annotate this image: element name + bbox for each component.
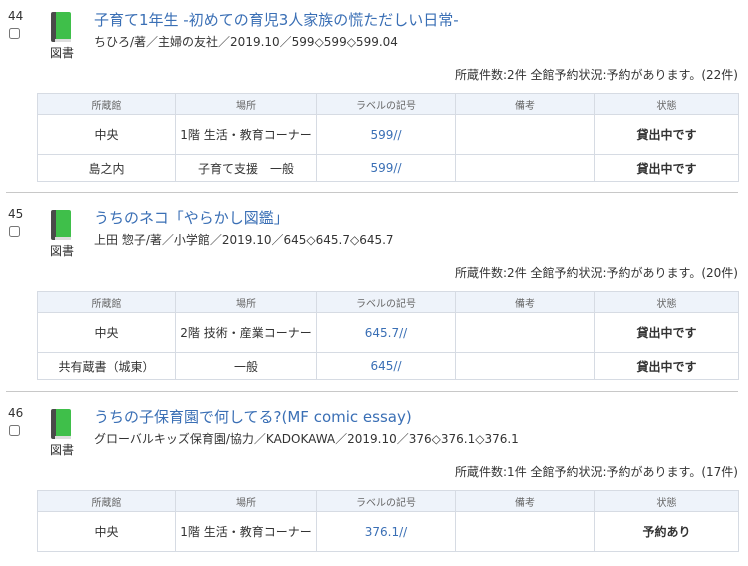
col-location: 場所: [175, 291, 317, 313]
label-cell: 599//: [316, 154, 456, 182]
holdings-table: 所蔵館 場所 ラベルの記号 備考 状態 中央 2階 技術・産業コーナー 645.…: [37, 291, 739, 380]
label-cell: 376.1//: [316, 511, 456, 552]
col-location: 場所: [175, 490, 317, 512]
title-link[interactable]: うちの子保育園で何してる?(MF comic essay): [94, 406, 412, 427]
col-note: 備考: [455, 291, 595, 313]
table-row: 中央 1階 生活・教育コーナー 376.1// 予約あり: [37, 511, 739, 552]
library-cell: 中央: [37, 312, 176, 353]
note-cell: [455, 352, 595, 380]
book-icon: [51, 12, 71, 42]
location-cell: 子育て支援 一般: [175, 154, 317, 182]
holdings-table: 所蔵館 場所 ラベルの記号 備考 状態 中央 1階 生活・教育コーナー 376.…: [37, 490, 739, 552]
type-label: 図書: [50, 244, 75, 258]
library-cell: 中央: [37, 114, 176, 155]
table-header-row: 所蔵館 場所 ラベルの記号 備考 状態: [37, 291, 739, 313]
location-cell: 1階 生活・教育コーナー: [175, 511, 317, 552]
library-cell: 中央: [37, 511, 176, 552]
note-cell: [455, 511, 595, 552]
state-cell: 貸出中です: [594, 114, 739, 155]
holding-status: 所蔵件数:2件 全館予約状況:予約があります。(20件): [455, 266, 738, 280]
location-cell: 1階 生活・教育コーナー: [175, 114, 317, 155]
label-cell: 645//: [316, 352, 456, 380]
table-row: 中央 2階 技術・産業コーナー 645.7// 貸出中です: [37, 312, 739, 353]
col-library: 所蔵館: [37, 490, 176, 512]
state-cell: 予約あり: [594, 511, 739, 552]
bib-meta: ちひろ/著／主婦の友社／2019.10／599◇599◇599.04: [94, 35, 398, 49]
col-note: 備考: [455, 93, 595, 115]
holding-status: 所蔵件数:1件 全館予約状況:予約があります。(17件): [455, 465, 738, 479]
divider: [6, 391, 738, 392]
book-icon: [51, 409, 71, 439]
col-label: ラベルの記号: [316, 93, 456, 115]
type-label: 図書: [50, 46, 75, 60]
table-header-row: 所蔵館 場所 ラベルの記号 備考 状態: [37, 490, 739, 512]
state-cell: 貸出中です: [594, 154, 739, 182]
col-location: 場所: [175, 93, 317, 115]
col-label: ラベルの記号: [316, 291, 456, 313]
book-type: 図書: [49, 12, 75, 60]
select-checkbox[interactable]: [9, 226, 20, 237]
col-state: 状態: [594, 93, 739, 115]
col-note: 備考: [455, 490, 595, 512]
label-cell: 645.7//: [316, 312, 456, 353]
note-cell: [455, 312, 595, 353]
book-icon: [51, 210, 71, 240]
state-cell: 貸出中です: [594, 312, 739, 353]
select-checkbox[interactable]: [9, 425, 20, 436]
col-library: 所蔵館: [37, 93, 176, 115]
note-cell: [455, 154, 595, 182]
state-cell: 貸出中です: [594, 352, 739, 380]
table-row: 共有蔵書（城東） 一般 645// 貸出中です: [37, 352, 739, 380]
col-state: 状態: [594, 291, 739, 313]
select-checkbox[interactable]: [9, 28, 20, 39]
result-number: 44: [8, 9, 24, 23]
location-cell: 一般: [175, 352, 317, 380]
holding-status: 所蔵件数:2件 全館予約状況:予約があります。(22件): [455, 68, 738, 82]
bib-meta: グローバルキッズ保育園/協力／KADOKAWA／2019.10／376◇376.…: [94, 432, 519, 446]
result-number: 46: [8, 406, 24, 420]
holdings-table: 所蔵館 場所 ラベルの記号 備考 状態 中央 1階 生活・教育コーナー 599/…: [37, 93, 739, 182]
title-link[interactable]: 子育て1年生 -初めての育児3人家族の慌ただしい日常-: [94, 9, 459, 30]
book-type: 図書: [49, 409, 75, 457]
library-cell: 島之内: [37, 154, 176, 182]
col-label: ラベルの記号: [316, 490, 456, 512]
location-cell: 2階 技術・産業コーナー: [175, 312, 317, 353]
col-state: 状態: [594, 490, 739, 512]
col-library: 所蔵館: [37, 291, 176, 313]
bib-meta: 上田 惣子/著／小学館／2019.10／645◇645.7◇645.7: [94, 233, 394, 247]
table-header-row: 所蔵館 場所 ラベルの記号 備考 状態: [37, 93, 739, 115]
divider: [6, 192, 738, 193]
note-cell: [455, 114, 595, 155]
table-row: 中央 1階 生活・教育コーナー 599// 貸出中です: [37, 114, 739, 155]
library-cell: 共有蔵書（城東）: [37, 352, 176, 380]
result-number: 45: [8, 207, 24, 221]
table-row: 島之内 子育て支援 一般 599// 貸出中です: [37, 154, 739, 182]
type-label: 図書: [50, 443, 75, 457]
book-type: 図書: [49, 210, 75, 258]
title-link[interactable]: うちのネコ「やらかし図鑑」: [94, 207, 289, 228]
label-cell: 599//: [316, 114, 456, 155]
